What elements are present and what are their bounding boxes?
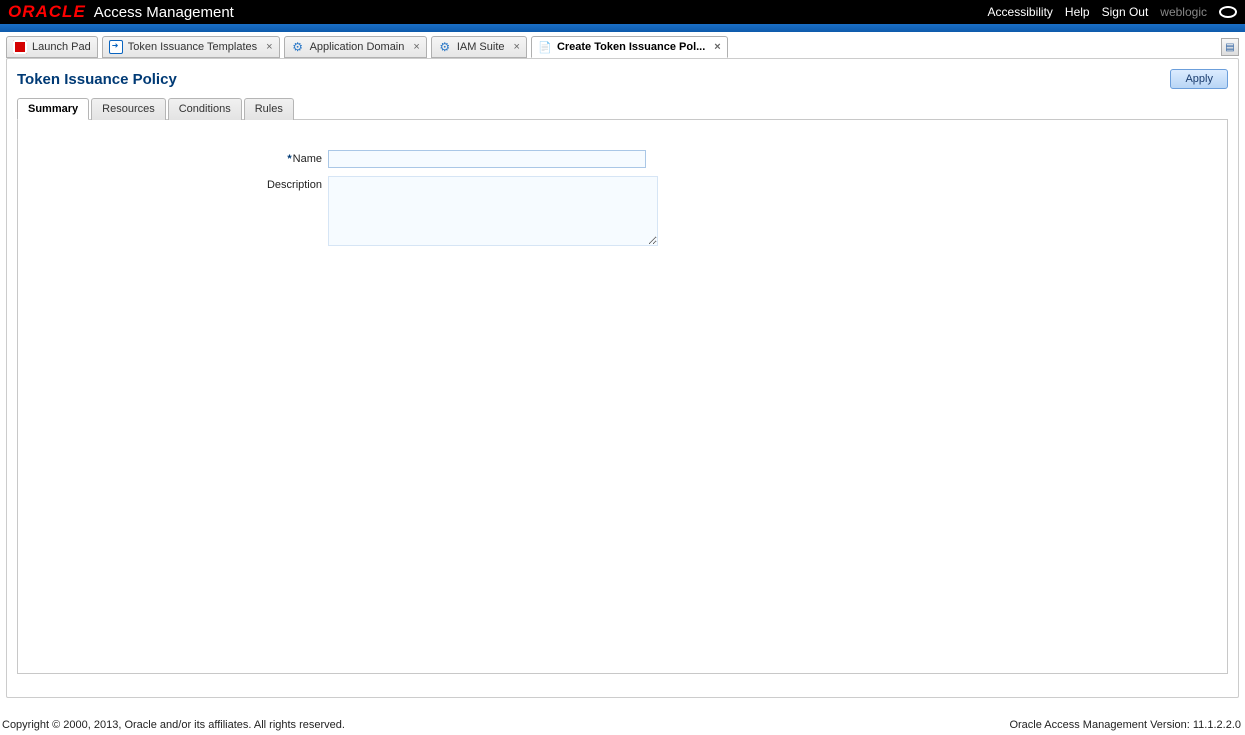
tab-launch-pad[interactable]: Launch Pad	[6, 36, 98, 58]
header-right: Accessibility Help Sign Out weblogic	[988, 5, 1237, 19]
tab-resources[interactable]: Resources	[91, 98, 166, 120]
tab-summary[interactable]: Summary	[17, 98, 89, 120]
page-title: Token Issuance Policy	[17, 71, 177, 88]
accessibility-link[interactable]: Accessibility	[988, 5, 1053, 19]
name-label: *Name	[18, 150, 328, 165]
app-header: ORACLE Access Management Accessibility H…	[0, 0, 1245, 24]
form-panel: *Name Description	[17, 119, 1228, 674]
policy-icon: 📄	[538, 40, 552, 54]
description-textarea[interactable]	[328, 176, 658, 246]
domain-icon: ⚙	[291, 40, 305, 54]
tab-conditions[interactable]: Conditions	[168, 98, 242, 120]
apply-button[interactable]: Apply	[1170, 69, 1228, 89]
tab-rules[interactable]: Rules	[244, 98, 294, 120]
tab-create-token-policy[interactable]: 📄 Create Token Issuance Pol... ×	[531, 36, 728, 58]
help-link[interactable]: Help	[1065, 5, 1090, 19]
app-title: Access Management	[94, 4, 234, 21]
content-panel: Token Issuance Policy Apply Summary Reso…	[6, 58, 1239, 698]
tab-overflow-icon[interactable]: ▤	[1221, 38, 1239, 56]
oracle-logo: ORACLE	[8, 2, 86, 22]
close-icon[interactable]: ×	[413, 41, 419, 53]
tab-token-templates[interactable]: Token Issuance Templates ×	[102, 36, 280, 58]
required-star-icon: *	[287, 153, 291, 165]
name-row: *Name	[18, 150, 1227, 168]
accent-bar	[0, 24, 1245, 32]
tab-label: Application Domain	[310, 41, 405, 53]
tab-label: IAM Suite	[457, 41, 505, 53]
description-label: Description	[18, 176, 328, 191]
tab-label: Create Token Issuance Pol...	[557, 41, 705, 53]
signout-link[interactable]: Sign Out	[1102, 5, 1149, 19]
document-tabs: Launch Pad Token Issuance Templates × ⚙ …	[0, 32, 1245, 58]
sub-tabs: Summary Resources Conditions Rules	[17, 98, 1238, 120]
suite-icon: ⚙	[438, 40, 452, 54]
copyright-text: Copyright © 2000, 2013, Oracle and/or it…	[2, 719, 345, 731]
launch-pad-icon	[13, 40, 27, 54]
close-icon[interactable]: ×	[266, 41, 272, 53]
tab-label: Token Issuance Templates	[128, 41, 257, 53]
close-icon[interactable]: ×	[514, 41, 520, 53]
close-icon[interactable]: ×	[714, 41, 720, 53]
description-row: Description	[18, 176, 1227, 246]
oracle-ring-icon	[1219, 6, 1237, 18]
name-input[interactable]	[328, 150, 646, 168]
template-icon	[109, 40, 123, 54]
tab-iam-suite[interactable]: ⚙ IAM Suite ×	[431, 36, 527, 58]
page-title-bar: Token Issuance Policy Apply	[7, 59, 1238, 97]
username-display: weblogic	[1160, 5, 1207, 19]
name-label-text: Name	[293, 153, 322, 165]
version-text: Oracle Access Management Version: 11.1.2…	[1009, 719, 1241, 731]
footer: Copyright © 2000, 2013, Oracle and/or it…	[0, 717, 1245, 735]
tab-application-domain[interactable]: ⚙ Application Domain ×	[284, 36, 427, 58]
tab-label: Launch Pad	[32, 41, 91, 53]
